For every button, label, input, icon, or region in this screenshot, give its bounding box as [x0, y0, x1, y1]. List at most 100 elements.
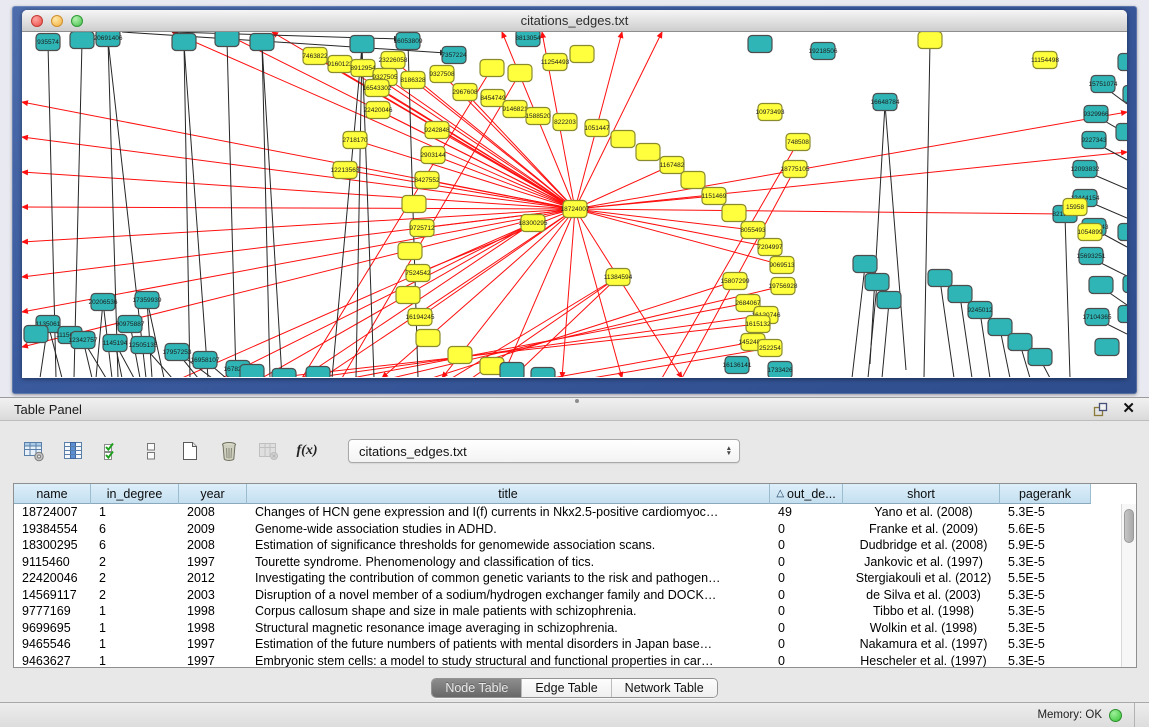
graph-node[interactable]: 8813054 — [515, 32, 541, 47]
column-header-short[interactable]: short — [843, 484, 1000, 504]
graph-edge[interactable] — [262, 44, 270, 377]
graph-node[interactable] — [928, 270, 952, 287]
show-column-icon[interactable] — [59, 437, 87, 465]
scrollbar-thumb[interactable] — [1124, 509, 1134, 543]
graph-node[interactable]: 748508 — [786, 134, 810, 151]
graph-edge[interactable] — [452, 277, 618, 377]
zoom-window-icon[interactable] — [71, 15, 83, 27]
graph-node[interactable] — [1116, 124, 1127, 141]
graph-node[interactable] — [988, 319, 1012, 336]
close-panel-icon[interactable]: ✕ — [1122, 402, 1135, 416]
graph-edge[interactable] — [882, 302, 889, 377]
table-row[interactable]: 969969511998Structural magnetic resonanc… — [14, 620, 1136, 637]
table-row[interactable]: 1872400712008Changes of HCN gene express… — [14, 504, 1136, 521]
new-table-icon[interactable] — [176, 437, 204, 465]
table-row[interactable]: 1456911722003Disruption of a novel membe… — [14, 587, 1136, 604]
graph-node[interactable]: 9329966 — [1083, 106, 1109, 123]
network-canvas[interactable]: 9355742069140616053809735722488130541921… — [22, 32, 1127, 377]
graph-node[interactable] — [570, 46, 594, 63]
graph-node[interactable]: 1151469 — [702, 188, 727, 205]
function-builder-icon[interactable]: f(x) — [293, 437, 321, 465]
graph-node[interactable]: 12093832 — [1071, 161, 1100, 178]
graph-node[interactable]: 1588520 — [525, 108, 551, 125]
graph-node[interactable] — [250, 34, 274, 51]
graph-node[interactable] — [240, 365, 264, 378]
graph-node[interactable]: 15807299 — [721, 273, 750, 290]
graph-node[interactable] — [918, 32, 942, 49]
graph-node[interactable]: 1054899 — [1077, 224, 1103, 241]
network-window-titlebar[interactable]: citations_edges.txt — [22, 10, 1127, 32]
graph-node[interactable]: 10973493 — [756, 104, 785, 121]
graph-node[interactable]: 8427552 — [414, 172, 440, 189]
graph-edge[interactable] — [262, 44, 282, 377]
graph-node[interactable] — [877, 292, 901, 309]
graph-node[interactable]: 19756928 — [769, 278, 798, 295]
graph-node[interactable]: 1167482 — [660, 157, 685, 174]
graph-node[interactable]: 22420046 — [364, 102, 393, 119]
graph-node[interactable] — [1123, 276, 1127, 293]
select-rows-icon[interactable] — [98, 437, 126, 465]
graph-node[interactable]: 11254493 — [541, 54, 570, 71]
minimize-window-icon[interactable] — [51, 15, 63, 27]
graph-node[interactable] — [448, 347, 472, 364]
graph-node[interactable]: 15958 — [1063, 199, 1087, 216]
graph-node[interactable]: 2967608 — [452, 84, 478, 101]
graph-node[interactable] — [531, 368, 555, 378]
graph-node[interactable]: 8454749 — [480, 90, 506, 107]
graph-node[interactable] — [172, 34, 196, 51]
graph-node[interactable] — [1118, 54, 1127, 71]
graph-node[interactable]: 7204997 — [757, 239, 783, 256]
table-row[interactable]: 911546021997Tourette syndrome. Phenomeno… — [14, 554, 1136, 571]
graph-edge[interactable] — [924, 42, 930, 377]
graph-node[interactable]: 20691406 — [94, 32, 123, 47]
tab-network-table[interactable]: Network Table — [611, 679, 717, 697]
graph-node[interactable] — [1089, 277, 1113, 294]
graph-node[interactable]: 1733426 — [767, 362, 793, 378]
table-row[interactable]: 2242004622012Investigating the contribut… — [14, 570, 1136, 587]
graph-edge[interactable] — [184, 44, 190, 377]
graph-node[interactable]: 16543302 — [363, 80, 392, 97]
graph-node[interactable] — [948, 286, 972, 303]
graph-node[interactable] — [722, 205, 746, 222]
graph-node[interactable]: 8186328 — [400, 72, 426, 89]
graph-node[interactable] — [70, 32, 94, 49]
column-header-pagerank[interactable]: pagerank — [1000, 484, 1091, 504]
graph-node[interactable]: 20206536 — [89, 294, 118, 311]
graph-edge[interactable] — [575, 209, 1065, 214]
graph-node[interactable]: 9146821 — [502, 101, 528, 118]
graph-node[interactable] — [398, 243, 422, 260]
graph-node[interactable]: 2903144 — [420, 147, 446, 164]
graph-node[interactable]: 1051447 — [584, 120, 610, 137]
graph-node[interactable]: 18775105 — [781, 161, 810, 178]
graph-node[interactable] — [1028, 349, 1052, 366]
graph-node[interactable]: 9327508 — [429, 66, 455, 83]
graph-node[interactable] — [396, 287, 420, 304]
table-row[interactable]: 946362711997Embryonic stem cells: a mode… — [14, 653, 1136, 669]
graph-node[interactable]: 18724007 — [561, 201, 590, 218]
graph-node[interactable] — [272, 369, 296, 378]
graph-node[interactable]: 2718170 — [342, 132, 368, 149]
graph-node[interactable] — [681, 172, 705, 189]
graph-node[interactable]: 12505135 — [129, 337, 158, 354]
graph-node[interactable] — [636, 144, 660, 161]
graph-node[interactable]: 12213563 — [331, 162, 360, 179]
network-table-select[interactable]: citations_edges.txt ▲▼ — [348, 439, 740, 463]
close-window-icon[interactable] — [31, 15, 43, 27]
graph-node[interactable] — [500, 363, 524, 378]
graph-node[interactable] — [748, 36, 772, 53]
table-row[interactable]: 946554611997Estimation of the future num… — [14, 636, 1136, 653]
graph-node[interactable]: 11154498 — [1031, 52, 1059, 69]
graph-edge[interactable] — [356, 46, 362, 377]
graph-node[interactable]: 9160123 — [327, 56, 353, 73]
tab-edge-table[interactable]: Edge Table — [521, 679, 610, 697]
graph-node[interactable]: 18300295 — [519, 215, 548, 232]
graph-node[interactable] — [611, 131, 635, 148]
graph-node[interactable] — [306, 367, 330, 378]
graph-node[interactable]: 7357224 — [441, 47, 467, 64]
graph-node[interactable]: 9242848 — [424, 122, 450, 139]
graph-edge[interactable] — [227, 40, 236, 377]
memory-ok-icon[interactable] — [1109, 709, 1122, 722]
graph-edge[interactable] — [868, 284, 877, 377]
float-panel-icon[interactable] — [1092, 401, 1108, 417]
graph-edge[interactable] — [885, 104, 906, 370]
